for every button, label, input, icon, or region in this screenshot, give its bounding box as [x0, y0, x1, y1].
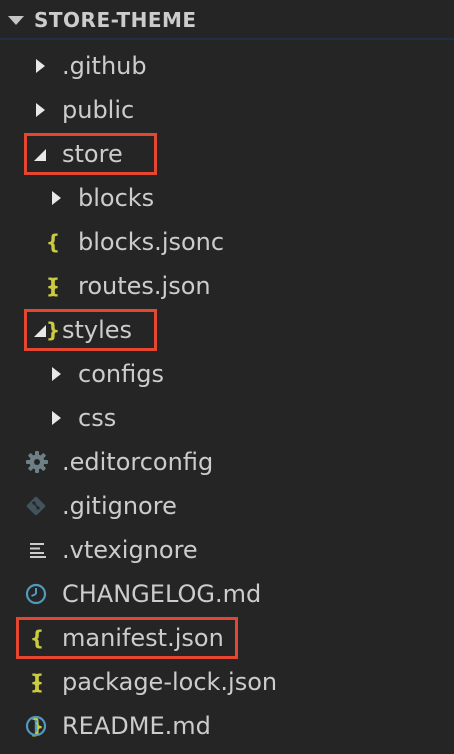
tree-item-label: package-lock.json: [62, 668, 278, 696]
tree-item-vtexignore[interactable]: .vtexignore: [0, 528, 454, 572]
lines-icon: [30, 543, 46, 558]
section-title: STORE-THEME: [34, 8, 197, 32]
info-icon: [25, 715, 47, 737]
tree-item-label: blocks: [78, 184, 155, 212]
tree-item-configs[interactable]: configs: [0, 352, 454, 396]
chevron-right-icon[interactable]: [52, 411, 61, 425]
json-file-icon: { }: [45, 274, 61, 342]
chevron-right-icon[interactable]: [36, 103, 45, 117]
tree-item-label: routes.json: [78, 272, 211, 300]
file-tree: .github public store blocks { } blocks.j…: [0, 44, 454, 748]
tree-item-label: .gitignore: [62, 492, 177, 520]
tree-item-styles[interactable]: styles: [0, 308, 454, 352]
tree-item-label: public: [62, 96, 135, 124]
tree-item-label: configs: [78, 360, 164, 388]
tree-item-css[interactable]: css: [0, 396, 454, 440]
tree-item-editorconfig[interactable]: .editorconfig: [0, 440, 454, 484]
highlight-box: [16, 617, 238, 659]
explorer-panel: STORE-THEME .github public store blocks …: [0, 0, 454, 754]
highlight-box: [24, 309, 157, 351]
explorer-section-header[interactable]: STORE-THEME: [0, 0, 454, 40]
tree-item-changelog[interactable]: CHANGELOG.md: [0, 572, 454, 616]
tree-item-github[interactable]: .github: [0, 44, 454, 88]
gear-icon: [26, 451, 48, 473]
tree-item-package-lock-json[interactable]: { } package-lock.json: [0, 660, 454, 738]
tree-item-label: .editorconfig: [62, 448, 214, 476]
tree-item-blocks-jsonc[interactable]: { } blocks.jsonc: [0, 220, 454, 298]
json-file-icon: { }: [29, 670, 45, 738]
tree-item-label: README.md: [62, 712, 211, 740]
tree-item-routes-json[interactable]: { } routes.json: [0, 264, 454, 342]
tree-item-label: css: [78, 404, 117, 432]
chevron-down-icon[interactable]: [8, 16, 24, 25]
tree-item-store[interactable]: store: [0, 132, 454, 176]
tree-item-public[interactable]: public: [0, 88, 454, 132]
tree-item-readme[interactable]: README.md: [0, 704, 454, 748]
chevron-right-icon[interactable]: [36, 59, 45, 73]
tree-item-label: CHANGELOG.md: [62, 580, 262, 608]
tree-item-label: .github: [62, 52, 147, 80]
json-file-icon: { }: [45, 230, 61, 298]
tree-item-blocks-folder[interactable]: blocks: [0, 176, 454, 220]
tree-item-label: blocks.jsonc: [78, 228, 225, 256]
tree-item-gitignore[interactable]: .gitignore: [0, 484, 454, 528]
tree-item-label: .vtexignore: [62, 536, 198, 564]
git-icon: [26, 496, 46, 516]
chevron-right-icon[interactable]: [52, 191, 61, 205]
tree-item-manifest-json[interactable]: { } manifest.json: [0, 616, 454, 694]
chevron-right-icon[interactable]: [52, 367, 61, 381]
clock-icon: [25, 583, 47, 605]
highlight-box: [24, 133, 157, 175]
